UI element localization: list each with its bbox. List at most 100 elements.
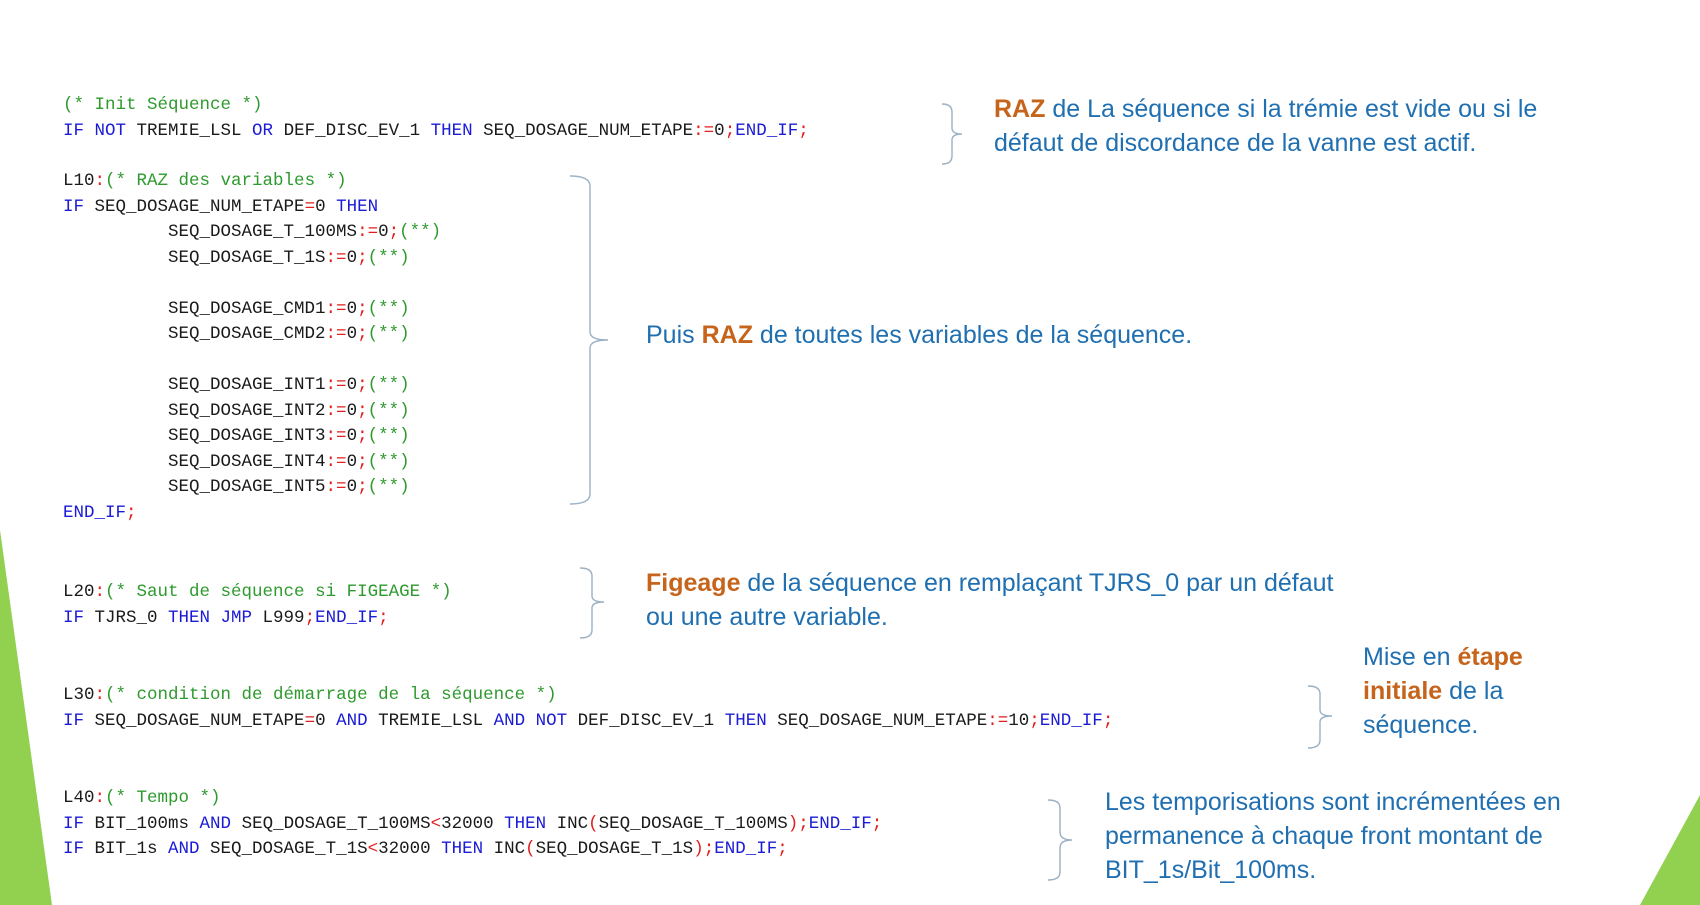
note-etape-initiale-bold2: initiale [1363, 677, 1443, 705]
note-etape-initiale-bold1: étape [1457, 643, 1523, 671]
code-token: THEN [504, 813, 557, 834]
code-token: SEQ_DOSAGE_CMD1 [63, 298, 326, 319]
code-token: 0 [346, 451, 358, 472]
code-token: THEN [441, 839, 494, 859]
note-tempo: Les temporisations sont incrémentées en … [1105, 785, 1561, 887]
code-token: TJRS_0 [94, 607, 169, 628]
code-token: SEQ_DOSAGE_T_1S [210, 839, 368, 859]
code-line: SEQ_DOSAGE_CMD1:=0;(**) [63, 297, 441, 323]
code-token: = [304, 710, 316, 731]
code-token: SEQ_DOSAGE_INT5 [63, 477, 326, 497]
code-token: := [325, 477, 347, 497]
code-token: := [987, 710, 1009, 731]
code-token: ; [388, 222, 400, 242]
code-line: IF BIT_100ms AND SEQ_DOSAGE_T_100MS<3200… [63, 812, 882, 838]
code-token: DEF_DISC_EV_1 [283, 120, 431, 141]
code-token: ; [357, 375, 368, 395]
code-token: SEQ_DOSAGE_INT2 [63, 400, 326, 421]
left-green-triangle [0, 530, 52, 905]
code-token: 32000 [378, 839, 442, 859]
code-token: (**) [367, 375, 410, 395]
note-figeage: Figeage de la séquence en remplaçant TJR… [646, 566, 1333, 634]
note-raz-variables-bold: RAZ [701, 321, 753, 349]
code-token: < [430, 813, 442, 834]
code-token: IF [63, 813, 95, 834]
code-token: ; [724, 120, 736, 141]
code-line: L30:(* condition de démarrage de la séqu… [63, 683, 1113, 709]
code-token: SEQ_DOSAGE_T_100MS [598, 813, 788, 834]
code-token: : [94, 788, 106, 808]
code-token: (**) [367, 400, 410, 421]
code-line: SEQ_DOSAGE_T_100MS:=0;(**) [63, 220, 441, 246]
code-token: IF [63, 196, 95, 217]
code-token: OR [252, 120, 284, 141]
code-token: 0 [346, 375, 358, 395]
note-raz-sequence-bold: RAZ [994, 95, 1046, 123]
code-token: ( [525, 839, 536, 859]
code-token: ; [357, 298, 368, 319]
code-token: (**) [367, 247, 410, 268]
code-token: SEQ_DOSAGE_NUM_ETAPE [94, 710, 305, 731]
code-token: DEF_DISC_EV_1 [577, 710, 725, 731]
note-figeage-line1: de la séquence en remplaçant TJRS_0 par … [740, 569, 1334, 597]
code-token: AND [336, 710, 379, 731]
code-token: IF [63, 710, 95, 731]
code-token: L40 [63, 788, 95, 808]
code-block-l40: L40:(* Tempo *) IF BIT_100ms AND SEQ_DOSA… [63, 786, 882, 863]
code-token: IF [63, 839, 95, 859]
code-token: IF NOT [63, 120, 137, 141]
brace-l10 [569, 175, 608, 505]
code-token: < [367, 839, 379, 859]
note-raz-variables-pre: Puis [646, 321, 702, 349]
code-token: SEQ_DOSAGE_T_1S [535, 839, 694, 859]
code-token: THEN [336, 196, 379, 217]
code-block-init: (* Init Séquence *) IF NOT TREMIE_LSL OR … [63, 93, 809, 144]
code-line: IF NOT TREMIE_LSL OR DEF_DISC_EV_1 THEN … [63, 119, 809, 145]
code-token: := [325, 298, 347, 319]
code-token: (**) [399, 222, 442, 242]
code-token: := [325, 426, 347, 446]
code-token: ; [304, 607, 316, 628]
code-token: ) [693, 839, 704, 859]
code-token: THEN [430, 120, 484, 141]
code-token: 0 [378, 222, 389, 242]
code-token: := [325, 375, 347, 395]
brace-init [941, 103, 963, 165]
code-token: INC [556, 813, 589, 834]
code-token: := [325, 247, 347, 268]
code-token: ; [871, 813, 883, 834]
slide: { "code_blocks": [ { "lines": [ [["cm","… [0, 0, 1700, 905]
code-token: TREMIE_LSL [136, 120, 253, 141]
brace-l40 [1047, 799, 1073, 881]
code-token: 0 [346, 426, 358, 446]
code-token: BIT_1s [94, 839, 169, 859]
code-token: BIT_100ms [94, 813, 200, 834]
code-token: ; [126, 502, 137, 523]
code-token: (**) [367, 477, 410, 497]
code-token: := [693, 120, 715, 141]
note-tempo-line1: Les temporisations sont incrémentées en [1105, 788, 1561, 816]
code-line: (* Init Séquence *) [63, 93, 809, 119]
code-token: ; [357, 324, 368, 344]
code-token: THEN [724, 710, 778, 731]
right-green-triangle [1640, 795, 1700, 905]
note-raz-sequence: RAZ de La séquence si la trémie est vide… [994, 92, 1537, 160]
code-token: (* Tempo *) [105, 788, 221, 808]
code-token: 0 [346, 247, 358, 268]
note-tempo-line2: permanence à chaque front montant de [1105, 822, 1543, 850]
code-token: SEQ_DOSAGE_INT3 [63, 426, 326, 446]
code-token: AND [199, 813, 242, 834]
code-line: SEQ_DOSAGE_INT1:=0;(**) [63, 373, 441, 399]
code-token: END_IF [714, 839, 778, 859]
note-raz-variables-post: de toutes les variables de la séquence. [752, 321, 1193, 349]
code-line: L40:(* Tempo *) [63, 786, 882, 812]
code-line: L10:(* RAZ des variables *) [63, 169, 441, 195]
code-token: THEN JMP [168, 607, 263, 628]
code-line: IF BIT_1s AND SEQ_DOSAGE_T_1S<32000 THEN… [63, 837, 882, 863]
code-token: SEQ_DOSAGE_CMD2 [63, 324, 326, 344]
code-token: ( [588, 813, 599, 834]
code-token: (* condition de démarrage de la séquence… [105, 685, 557, 705]
code-token: SEQ_DOSAGE_NUM_ETAPE [94, 196, 305, 217]
